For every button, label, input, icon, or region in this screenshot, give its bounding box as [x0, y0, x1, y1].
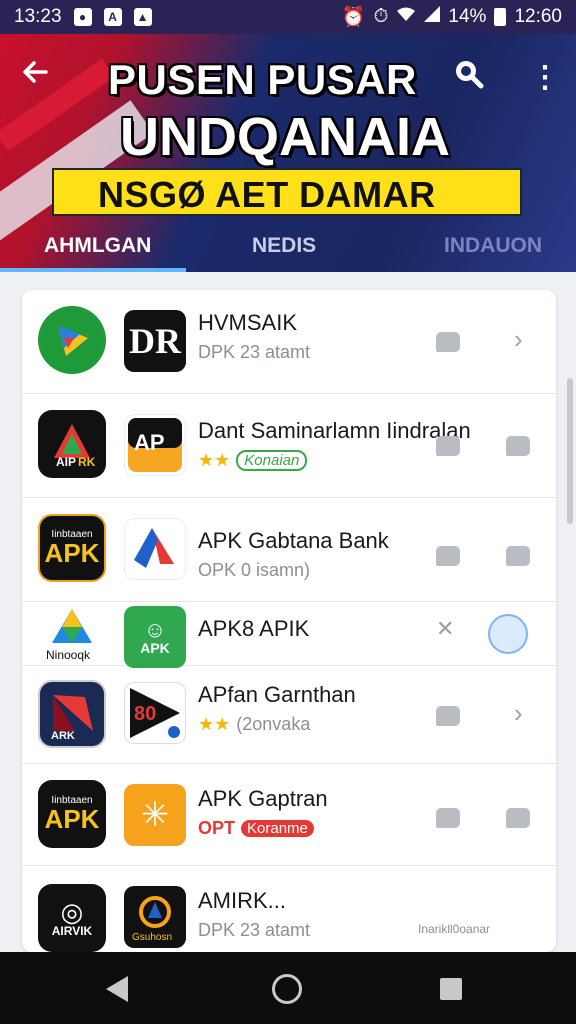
status-bar: 13:23 ● A ▲ ⏰ ⏱ 14% 12:60	[0, 0, 576, 34]
triangle-apk-icon: Ninooqk	[38, 604, 106, 664]
list-item[interactable]: AIP RK AP Dant Saminarlamn Iindralan ★★ K…	[22, 394, 556, 498]
app-name: AMIRK...	[198, 888, 287, 913]
apk-black-badge-icon: Iinbtaaen APK	[38, 780, 106, 848]
svg-text:AIP: AIP	[56, 455, 76, 469]
app-sub: DPK 23 atamt	[198, 920, 311, 940]
app-name: Dant Saminarlamn Iindralan	[198, 418, 471, 443]
status-badge: Konaian	[236, 450, 308, 471]
battery-percent: 14%	[448, 6, 487, 27]
svg-text:Ninooqk: Ninooqk	[46, 648, 91, 662]
green-play-icon	[38, 306, 106, 374]
wifi-icon	[396, 6, 416, 28]
system-nav-bar	[0, 952, 576, 1024]
svg-text:RK: RK	[78, 455, 96, 469]
list-item[interactable]: Iinbtaaen APK APK Gabtana Bank OPK 0 isa…	[22, 498, 556, 602]
app-name: HVMSAIK	[198, 310, 298, 335]
apk-dark-icon: AIP RK	[38, 410, 106, 478]
list-item[interactable]: Ninooqk ☺ APK APK8 APIK ✕	[22, 602, 556, 668]
header-title-line2: UNDQANAIA	[120, 107, 450, 167]
select-toggle[interactable]	[488, 614, 528, 654]
photo-icon: ▲	[133, 8, 152, 26]
chevron-right-icon[interactable]: ›	[514, 324, 523, 355]
camera-apk-icon: ◎ AIRVIK	[38, 884, 106, 952]
tab-indauon[interactable]: INDAUON	[444, 234, 542, 258]
app-sub: ★★ (2onvaka	[198, 714, 311, 734]
promo-banner-text: NSGØ AET DAMAR	[98, 174, 436, 215]
tab-indicator	[0, 268, 186, 272]
ring-logo-icon: Gsuhosn	[124, 886, 186, 948]
tab-nedis[interactable]: NEDIS	[252, 234, 316, 258]
alarm-icon: ⏰	[341, 7, 366, 28]
a-icon: A	[103, 8, 122, 26]
nav-back-icon[interactable]	[106, 976, 128, 1002]
scrollbar[interactable]	[567, 378, 573, 524]
ap-orange-icon: AP	[124, 414, 186, 476]
status-badge: Koranme	[241, 820, 314, 837]
more-options-icon[interactable]: ⋮	[530, 58, 560, 98]
green-apk-icon: ☺ APK	[124, 606, 186, 668]
app-name: APK8 APIK	[198, 616, 310, 641]
list-item[interactable]: ◎ AIRVIK Gsuhosn AMIRK... DPK 23 atamt I…	[22, 866, 556, 952]
flag-icon[interactable]	[436, 706, 460, 726]
tab-bar: AHMLGAN NEDIS INDAUON	[0, 226, 576, 272]
timer-icon: ⏱	[373, 6, 389, 27]
flag-icon[interactable]	[436, 808, 460, 828]
dr-logo-icon: DR	[124, 310, 186, 372]
list-item[interactable]: Iinbtaaen APK ✳ APK Gaptran OPT Koranme	[22, 764, 556, 866]
red-apk-icon: ARK	[38, 680, 106, 748]
flag-icon[interactable]	[436, 436, 460, 456]
header-title-line1: PUSEN PUSAR	[108, 56, 417, 103]
promo-banner: NSGØ AET DAMAR	[52, 168, 522, 216]
header-banner: PUSEN PUSAR UNDQANAIA ⋮ NSGØ AET DAMAR A…	[0, 34, 576, 272]
right-caption: Inarikll0oanar	[418, 922, 491, 936]
apk-black-badge-icon: Iinbtaaen APK	[38, 514, 106, 582]
tools-icon[interactable]: ✕	[436, 616, 454, 642]
tab-ahmlgan[interactable]: AHMLGAN	[44, 234, 151, 258]
status-clock-right: 12:60	[514, 6, 562, 27]
app-sub: OPT Koranme	[198, 818, 314, 839]
flag-icon[interactable]	[506, 808, 530, 828]
battery-icon	[494, 8, 507, 26]
play-80-icon: 80	[124, 682, 186, 744]
app-sub: ★★ Konaian	[198, 450, 308, 471]
app-sub: DPK 23 atamt	[198, 342, 311, 362]
svg-text:ARK: ARK	[51, 730, 75, 741]
nav-home-icon[interactable]	[272, 974, 302, 1004]
status-time: 13:23	[14, 6, 62, 27]
orange-star-icon: ✳	[124, 784, 186, 846]
signal-icon	[424, 6, 441, 28]
back-arrow-icon[interactable]	[20, 56, 60, 96]
flag-icon[interactable]	[436, 332, 460, 352]
list-item[interactable]: DR HVMSAIK DPK 23 atamt ›	[22, 290, 556, 394]
flag-icon[interactable]	[506, 436, 530, 456]
app-name: APK Gabtana Bank	[198, 528, 389, 553]
app-name: APfan Garnthan	[198, 682, 356, 707]
app-name: APK Gaptran	[198, 786, 328, 811]
search-icon[interactable]	[450, 56, 490, 96]
chevron-right-icon[interactable]: ›	[514, 698, 523, 729]
blue-arrow-icon	[124, 518, 186, 580]
nav-recents-icon[interactable]	[440, 978, 462, 1000]
flag-icon[interactable]	[436, 546, 460, 566]
svg-text:AP: AP	[134, 430, 165, 455]
app-list: DR HVMSAIK DPK 23 atamt › AIP RK AP Dant …	[22, 290, 556, 952]
flag-icon[interactable]	[506, 546, 530, 566]
svg-text:Gsuhosn: Gsuhosn	[132, 932, 172, 943]
list-item[interactable]: ARK 80 APfan Garnthan ★★ (2onvaka ›	[22, 666, 556, 764]
app-sub: OPK 0 isamn)	[198, 560, 311, 580]
svg-text:80: 80	[134, 703, 156, 725]
notification-icon: ●	[73, 8, 92, 26]
